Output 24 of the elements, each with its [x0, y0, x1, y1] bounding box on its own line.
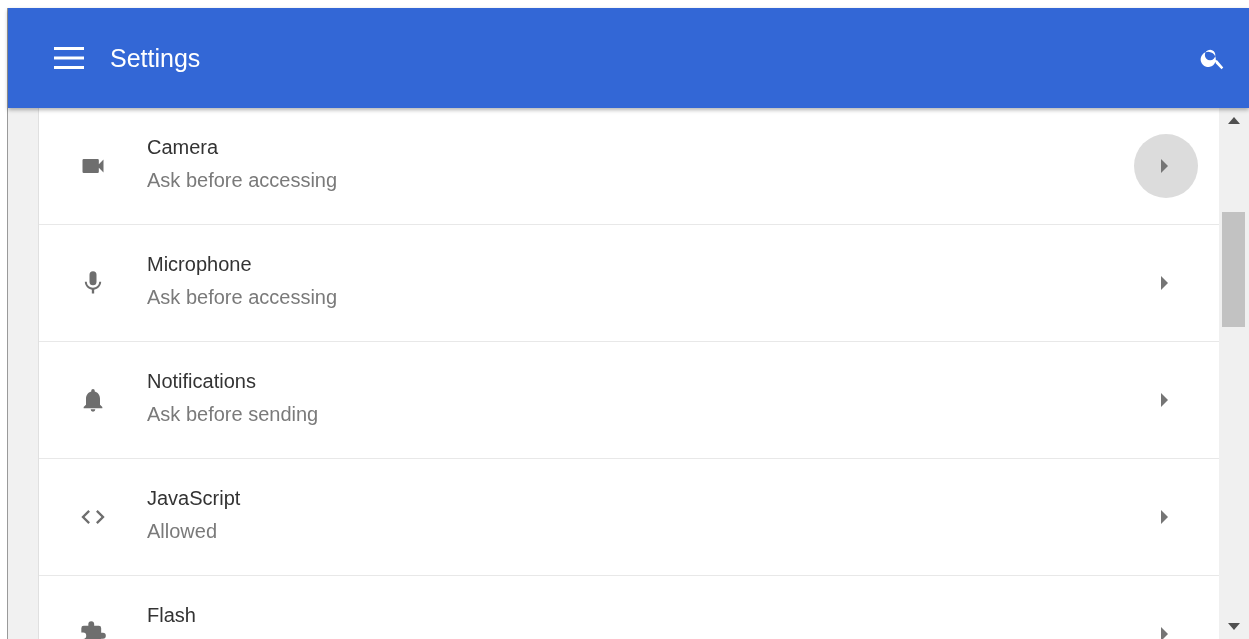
row-title: Camera — [147, 136, 220, 159]
row-subtitle: Ask before sending — [147, 403, 320, 426]
menu-icon[interactable] — [54, 47, 84, 69]
page-title: Settings — [110, 43, 202, 73]
row-subtitle: Ask before accessing — [147, 286, 339, 309]
caret-icon — [1161, 159, 1171, 173]
row-title: Notifications — [147, 370, 257, 393]
caret-icon — [1161, 393, 1171, 407]
caret-icon — [1161, 510, 1171, 524]
settings-row[interactable]: Microphone Ask before accessing — [39, 225, 1219, 342]
settings-row[interactable]: Notifications Ask before sending — [39, 342, 1219, 459]
scroll-thumb[interactable] — [1222, 212, 1245, 327]
row-title: Flash — [147, 604, 197, 627]
row-subtitle: Allowed — [147, 520, 219, 543]
row-title: JavaScript — [147, 487, 242, 510]
scrollbar[interactable] — [1219, 108, 1249, 639]
caret-icon — [1161, 276, 1171, 290]
scroll-down-icon[interactable] — [1228, 623, 1240, 631]
settings-row[interactable]: JavaScript Allowed — [39, 459, 1219, 576]
row-title: Microphone — [147, 253, 253, 276]
settings-row[interactable]: Camera Ask before accessing — [39, 108, 1219, 225]
scroll-up-icon[interactable] — [1228, 116, 1240, 124]
caret-icon — [1161, 627, 1171, 639]
row-subtitle: Ask before accessing — [147, 169, 339, 192]
